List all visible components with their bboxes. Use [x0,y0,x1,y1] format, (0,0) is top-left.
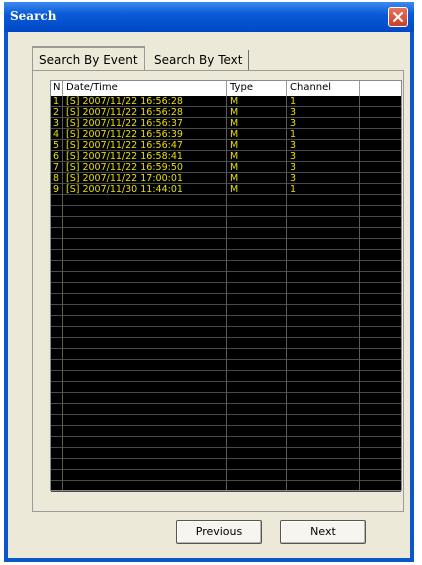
column-header-extra[interactable] [360,81,401,96]
next-button[interactable]: Next [280,520,366,544]
event-list[interactable]: N Date/Time Type Channel 1 [S] 2007/11/22… [50,80,402,492]
previous-button[interactable]: Previous [176,520,262,544]
column-divider [359,96,360,490]
column-header-channel[interactable]: Channel [287,81,360,96]
column-divider [286,96,287,490]
title-bar[interactable]: Search [4,2,414,32]
tab-label: Search By Text [154,53,243,67]
column-header-type[interactable]: Type [227,81,287,96]
tab-search-by-text[interactable]: Search By Text [148,50,250,70]
row-divider [51,491,401,492]
search-window: Search Search By Event Search By Text N … [4,2,414,562]
close-button[interactable] [388,7,408,27]
column-header-n[interactable]: N [51,81,63,96]
tab-label: Search By Event [39,53,138,67]
column-divider [62,96,63,490]
window-title: Search [10,9,57,23]
dialog-client-area: Search By Event Search By Text N Date/Ti… [8,32,410,558]
column-header-datetime[interactable]: Date/Time [63,81,227,96]
tab-search-by-event[interactable]: Search By Event [32,46,145,70]
list-header: N Date/Time Type Channel [51,81,401,96]
close-x-icon [393,12,403,22]
column-divider [226,96,227,490]
